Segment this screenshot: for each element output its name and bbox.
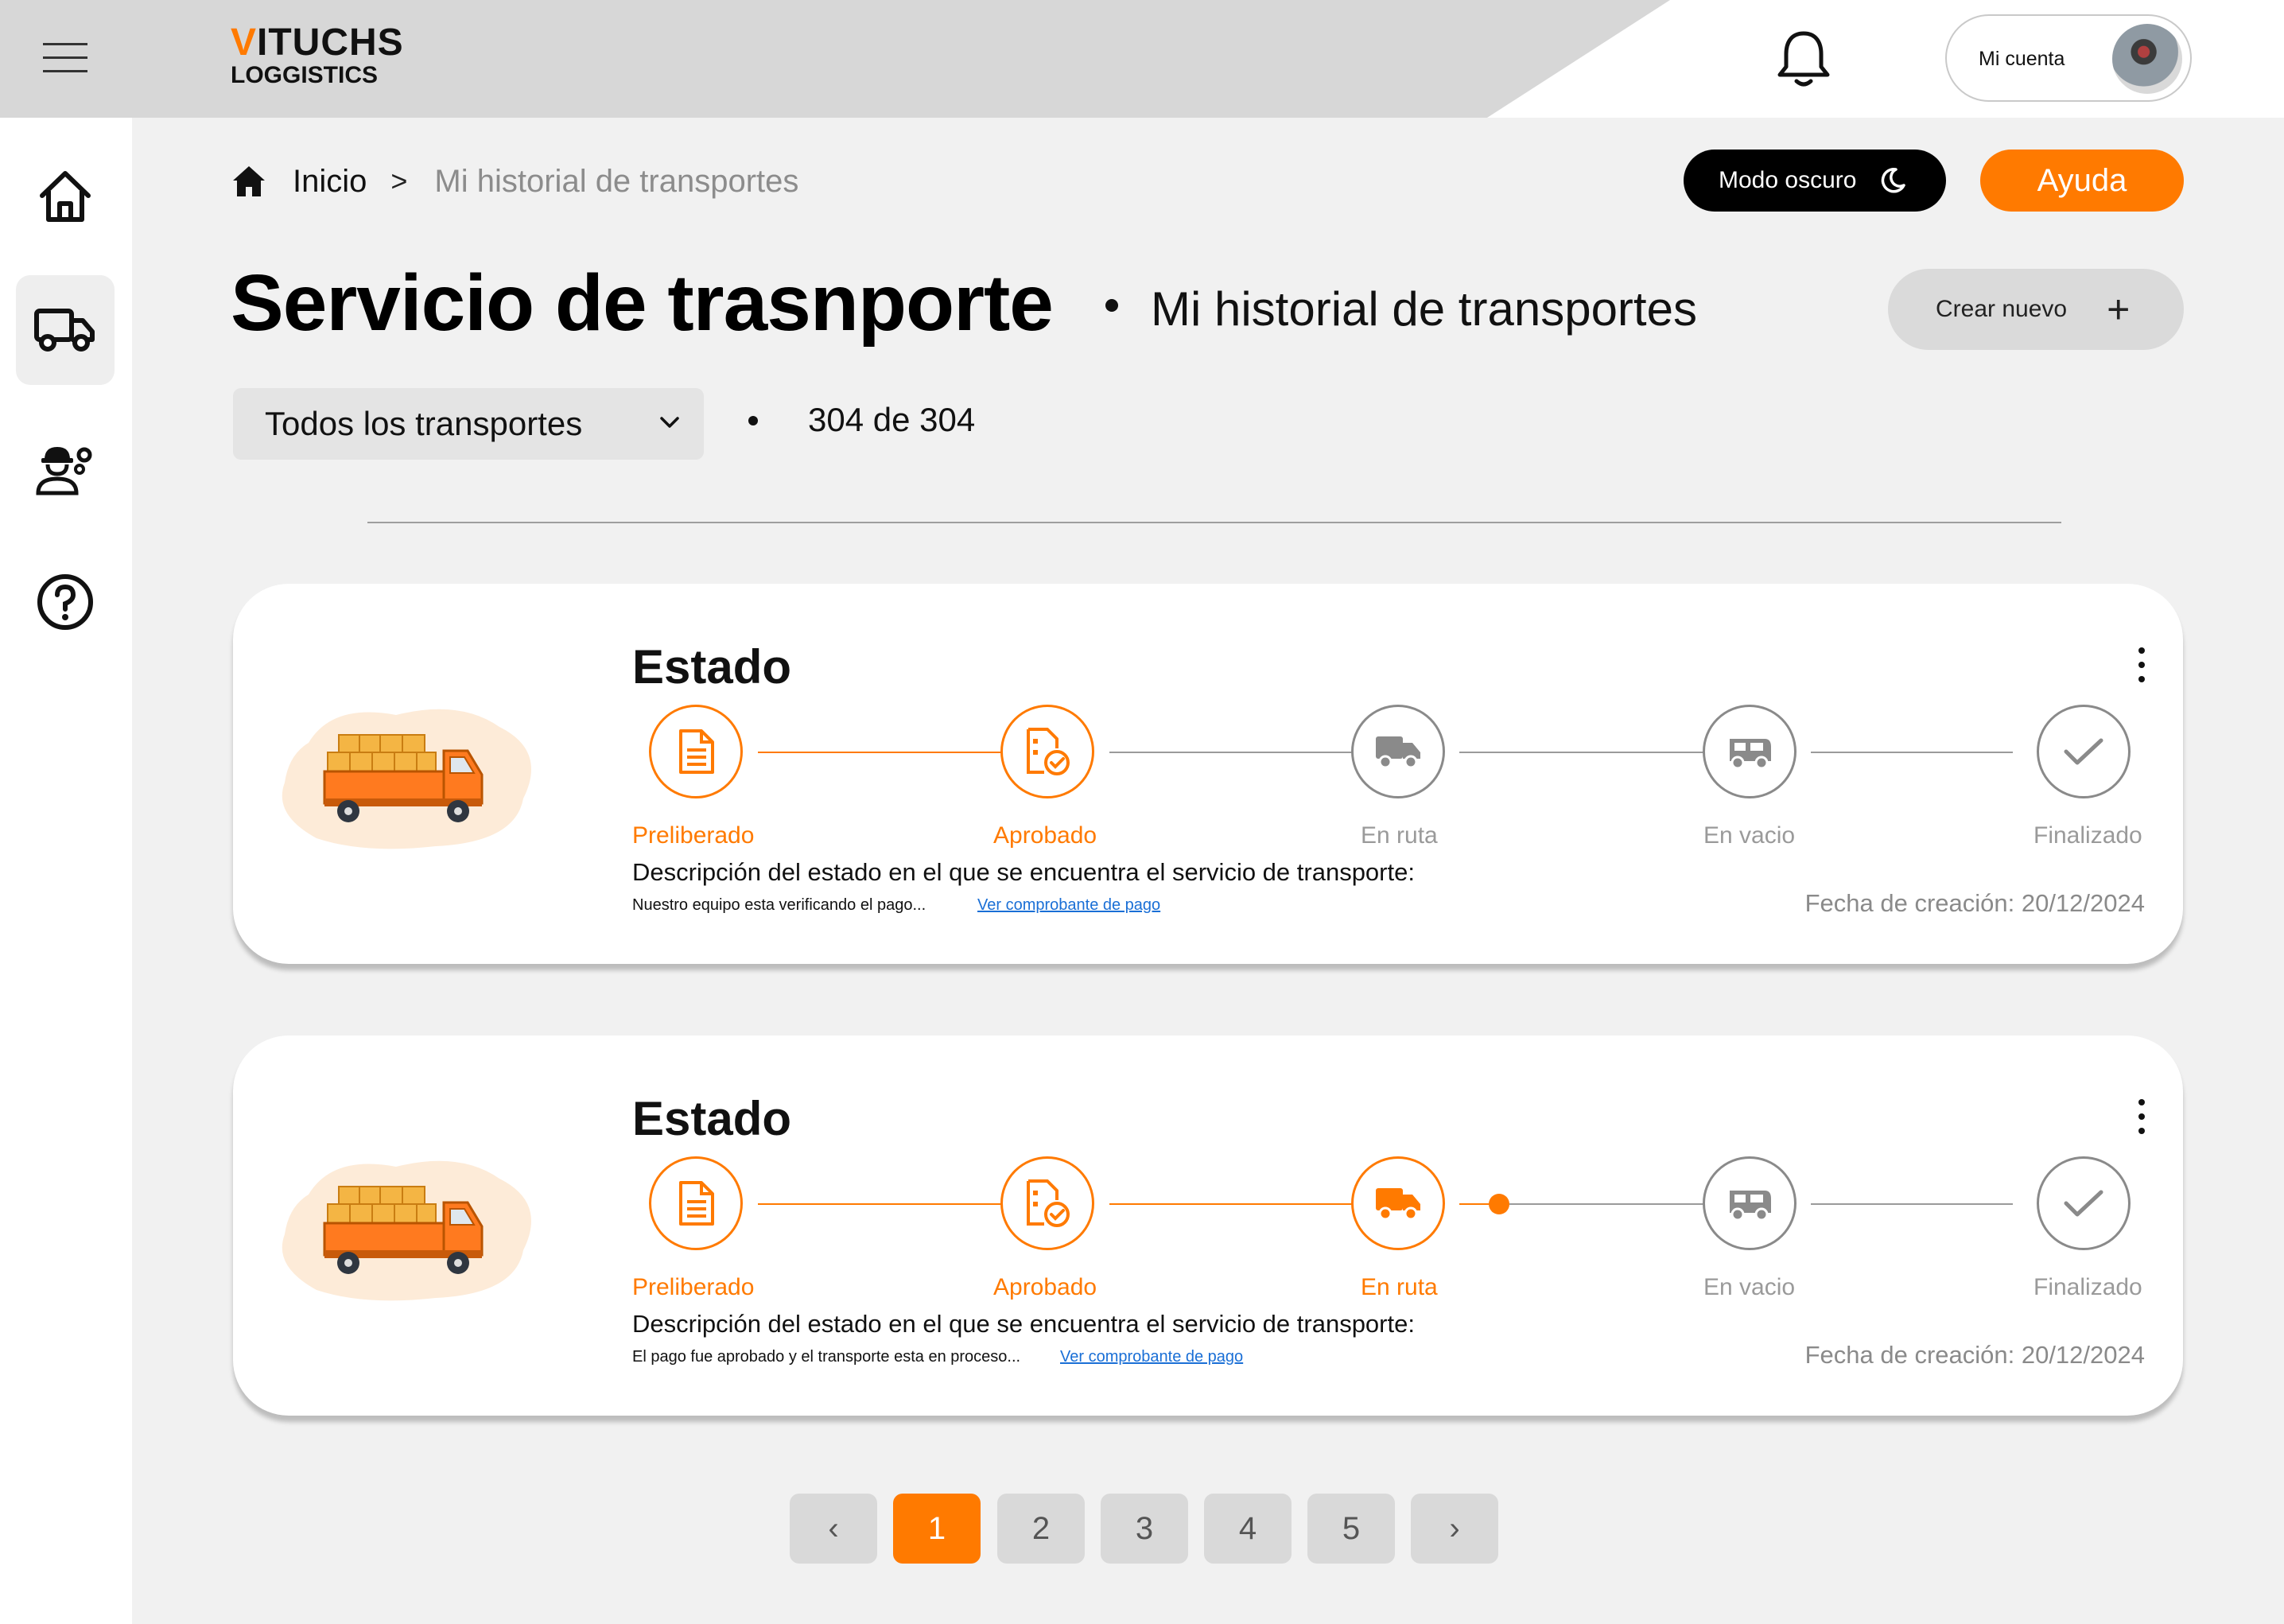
pagination-page-2[interactable]: 2 — [997, 1494, 1085, 1564]
sidebar-item-operators[interactable] — [16, 414, 115, 523]
step-label: En ruta — [1361, 822, 1438, 849]
step-connector — [1109, 1203, 1356, 1205]
step-en-vacio — [1703, 1156, 1797, 1250]
document-check-icon — [1027, 1179, 1070, 1227]
pagination-page-1[interactable]: 1 — [893, 1494, 981, 1564]
worker-gear-icon — [36, 447, 92, 495]
status-note: Nuestro equipo esta verificando el pago.… — [632, 896, 926, 914]
pagination-next-button[interactable]: › — [1411, 1494, 1498, 1564]
create-new-label: Crear nuevo — [1936, 296, 2068, 322]
moon-icon — [1882, 168, 1906, 193]
filter-selected-value: Todos los transportes — [265, 405, 583, 442]
transport-filter-select[interactable]: Todos los transportes — [233, 388, 704, 460]
truck-illustration — [282, 1160, 531, 1301]
account-label: Mi cuenta — [1979, 48, 2065, 70]
sidebar — [0, 118, 132, 1624]
truck-icon — [1376, 1188, 1420, 1221]
help-button[interactable]: Ayuda — [1980, 150, 2184, 212]
top-header: VITUCHS LOGGISTICS Mi cuenta — [0, 0, 2284, 118]
step-finalizado — [2037, 705, 2131, 798]
step-label: Aprobado — [993, 1274, 1097, 1300]
step-label: Finalizado — [2033, 822, 2142, 849]
step-finalizado — [2037, 1156, 2131, 1250]
view-receipt-link[interactable]: Ver comprobante de pago — [1060, 1348, 1243, 1366]
progress-marker — [1489, 1194, 1509, 1214]
check-icon — [2064, 738, 2103, 765]
count-separator-dot — [748, 416, 758, 425]
step-label: Preliberado — [632, 1274, 755, 1300]
step-aprobado — [1000, 1156, 1094, 1250]
breadcrumb-home-icon[interactable] — [231, 163, 267, 200]
hamburger-menu-icon[interactable] — [43, 43, 87, 75]
document-check-icon — [1027, 728, 1070, 775]
step-label: Aprobado — [993, 822, 1097, 849]
step-en-ruta — [1351, 1156, 1445, 1250]
step-label: En ruta — [1361, 1274, 1438, 1300]
step-connector — [758, 752, 1004, 753]
document-icon — [679, 729, 714, 774]
section-divider — [367, 522, 2061, 523]
step-connector — [1811, 1203, 2013, 1205]
step-label: En vacio — [1703, 1274, 1796, 1300]
step-connector — [1509, 1203, 1707, 1205]
brand-logo[interactable]: VITUCHS LOGGISTICS — [231, 24, 404, 87]
van-icon — [1730, 739, 1771, 770]
help-circle-icon — [37, 574, 93, 630]
step-connector — [1109, 752, 1356, 753]
card-title: Estado — [632, 640, 792, 694]
avatar — [2112, 24, 2182, 94]
page-title: Servicio de trasnporte — [231, 258, 1054, 348]
breadcrumb-separator: > — [390, 165, 408, 197]
document-icon — [679, 1181, 714, 1226]
creation-date: Fecha de creación: 20/12/2024 — [1804, 1341, 2145, 1369]
more-options-icon[interactable] — [2132, 647, 2151, 682]
step-label: Finalizado — [2033, 1274, 2142, 1300]
view-receipt-link[interactable]: Ver comprobante de pago — [977, 896, 1160, 915]
notification-bell-icon[interactable] — [1775, 29, 1832, 89]
truck-icon — [34, 309, 95, 352]
step-en-vacio — [1703, 705, 1797, 798]
more-options-icon[interactable] — [2132, 1099, 2151, 1134]
home-icon — [40, 171, 91, 222]
pagination-page-3[interactable]: 3 — [1101, 1494, 1188, 1564]
step-connector — [1811, 752, 2013, 753]
pagination-page-5[interactable]: 5 — [1307, 1494, 1395, 1564]
breadcrumb-current: Mi historial de transportes — [434, 163, 799, 199]
pagination-page-4[interactable]: 4 — [1204, 1494, 1292, 1564]
pagination-prev-button[interactable]: ‹ — [790, 1494, 877, 1564]
step-en-ruta — [1351, 705, 1445, 798]
creation-date: Fecha de creación: 20/12/2024 — [1804, 889, 2145, 917]
chevron-down-icon — [660, 417, 679, 428]
step-connector — [758, 1203, 1004, 1205]
truck-icon — [1376, 736, 1420, 769]
plus-icon: + — [2107, 287, 2131, 332]
step-preliberado — [649, 1156, 743, 1250]
card-title: Estado — [632, 1092, 792, 1145]
sidebar-item-home[interactable] — [16, 142, 115, 251]
account-button[interactable]: Mi cuenta — [1945, 14, 2192, 102]
transport-card[interactable]: Estado Preliberado Aprobado En ruta En v… — [233, 1035, 2183, 1416]
breadcrumb: Inicio > Mi historial de transportes — [231, 157, 798, 205]
step-label: Preliberado — [632, 822, 755, 849]
dark-mode-label: Modo oscuro — [1719, 167, 1857, 193]
step-label: En vacio — [1703, 822, 1796, 849]
title-separator-dot — [1105, 299, 1118, 312]
sidebar-item-transport[interactable] — [16, 275, 115, 385]
truck-illustration — [282, 709, 531, 849]
sidebar-item-help[interactable] — [16, 547, 115, 657]
transport-card[interactable]: Estado Preliberado Aprobado En ruta En v… — [233, 584, 2183, 964]
step-preliberado — [649, 705, 743, 798]
step-connector — [1459, 752, 1707, 753]
page-subtitle: Mi historial de transportes — [1151, 282, 1697, 336]
result-count: 304 de 304 — [808, 401, 976, 438]
step-aprobado — [1000, 705, 1094, 798]
status-description: Descripción del estado en el que se encu… — [632, 1310, 1415, 1338]
status-description: Descripción del estado en el que se encu… — [632, 858, 1415, 886]
breadcrumb-home-link[interactable]: Inicio — [293, 164, 367, 200]
van-icon — [1730, 1191, 1771, 1222]
check-icon — [2064, 1190, 2103, 1217]
status-note: El pago fue aprobado y el transporte est… — [632, 1348, 1021, 1366]
dark-mode-button[interactable]: Modo oscuro — [1684, 150, 1946, 212]
create-new-button[interactable]: Crear nuevo + — [1888, 269, 2184, 350]
